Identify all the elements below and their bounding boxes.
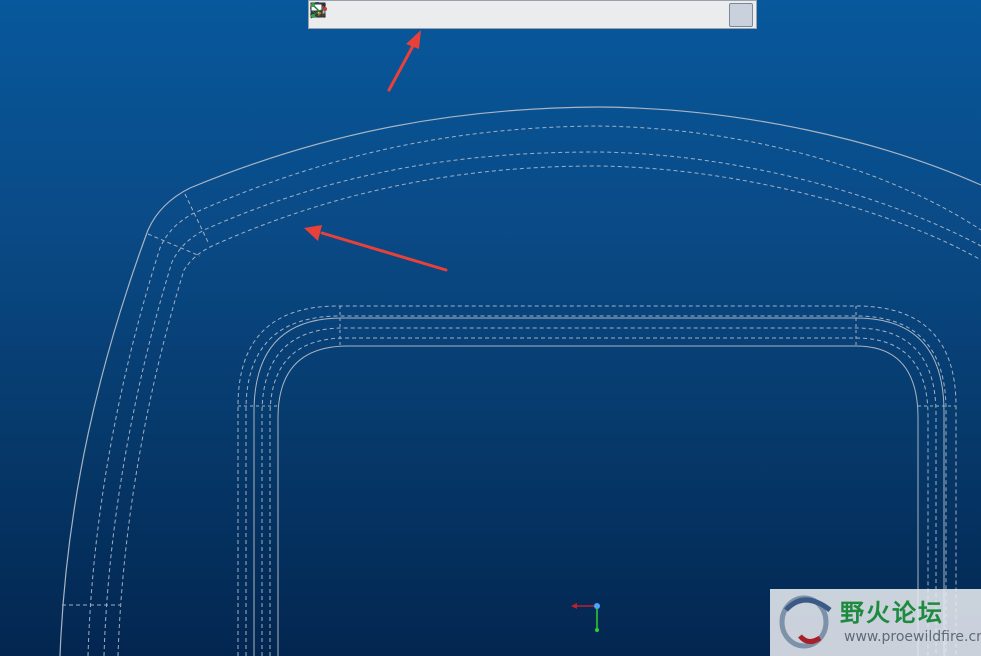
axis-display-button[interactable] bbox=[311, 2, 649, 27]
view-toolbar bbox=[308, 0, 757, 29]
display-style-button[interactable] bbox=[311, 2, 441, 27]
triad-origin bbox=[594, 603, 600, 609]
forum-logo-icon bbox=[779, 595, 832, 649]
zoom-out-button[interactable] bbox=[310, 2, 389, 27]
annotation-arrow-edge bbox=[304, 225, 448, 272]
perspective-button[interactable] bbox=[309, 2, 571, 27]
forum-watermark: 野火论坛 www.proewildfire.cn bbox=[770, 589, 981, 656]
graphics-window[interactable]: 野火论坛 www.proewildfire.cn bbox=[0, 0, 981, 656]
view-manager-button[interactable] bbox=[310, 2, 493, 27]
annotation-arrow-toolbar bbox=[387, 30, 421, 92]
csys-display-button[interactable] bbox=[310, 3, 701, 27]
saved-views-button[interactable] bbox=[311, 2, 467, 27]
watermark-url: www.proewildfire.cn bbox=[844, 629, 981, 645]
corner-seam-1 bbox=[147, 233, 201, 257]
repaint-button[interactable] bbox=[310, 2, 415, 27]
corner-seam-2 bbox=[184, 193, 209, 243]
spin-center-display-button[interactable] bbox=[310, 3, 727, 27]
annotation-toggle-button[interactable] bbox=[311, 2, 753, 27]
triad-y-tip bbox=[595, 628, 599, 632]
outer-hidden-edge-3 bbox=[117, 165, 981, 656]
model-geometry bbox=[59, 30, 981, 656]
spin-center-button[interactable] bbox=[311, 2, 545, 27]
view-triad bbox=[571, 603, 600, 632]
annotation-toggle-icon bbox=[311, 3, 327, 18]
triad-x-arrow bbox=[571, 603, 577, 609]
annotation-display-button[interactable] bbox=[311, 3, 597, 27]
watermark-title: 野火论坛 bbox=[840, 599, 944, 627]
outer-hidden-edge-2 bbox=[103, 151, 981, 656]
zoom-in-button[interactable] bbox=[310, 2, 363, 27]
plane-display-button[interactable] bbox=[309, 3, 623, 27]
outer-edge bbox=[59, 106, 981, 656]
point-display-button[interactable] bbox=[310, 2, 675, 27]
view-normal-button[interactable] bbox=[310, 3, 519, 27]
